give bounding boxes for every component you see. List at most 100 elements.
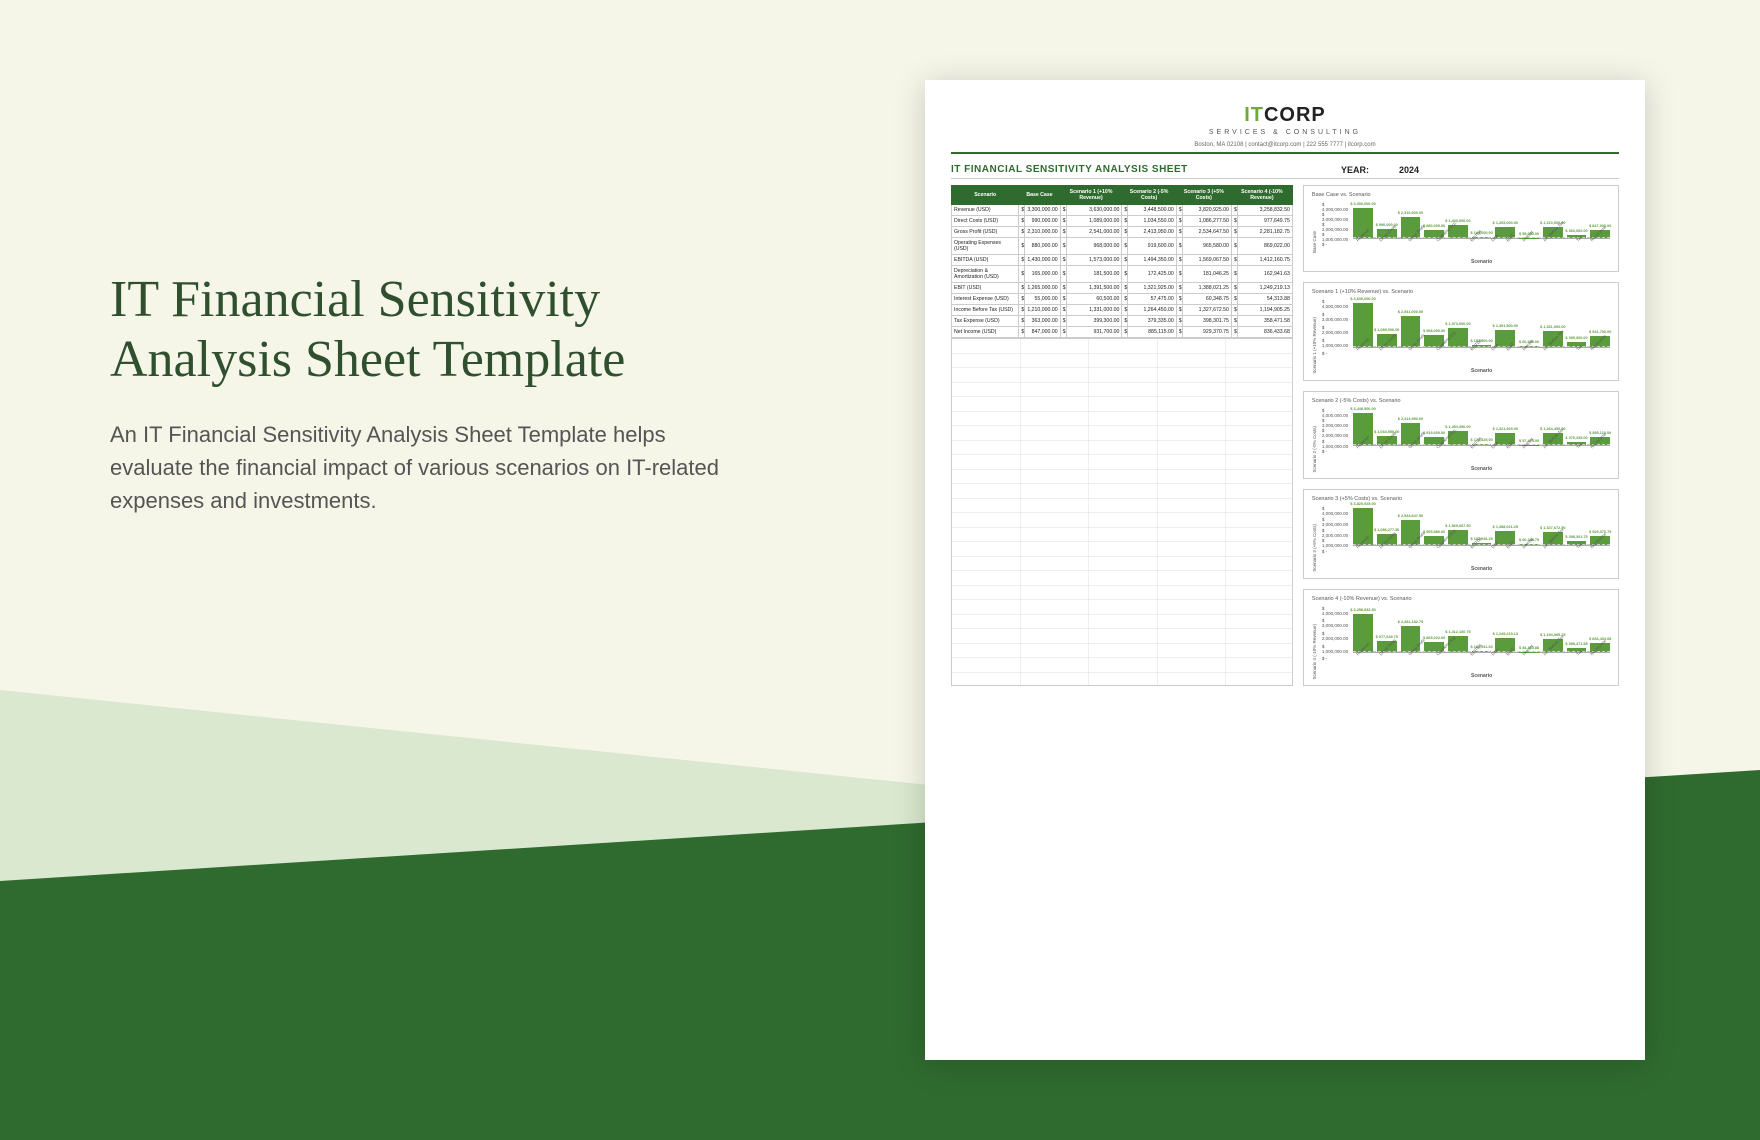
blank-grid	[951, 338, 1293, 686]
table-cell: 1,327,672.50	[1182, 305, 1231, 316]
y-tick: $ 1,000,000.00	[1322, 338, 1348, 348]
table-row: Income Before Tax (USD)$1,210,000.00$1,3…	[952, 305, 1293, 316]
table-cell: 2,310,000.00	[1025, 227, 1060, 238]
table-row: Gross Profit (USD)$2,310,000.00$2,541,00…	[952, 227, 1293, 238]
x-labels: RevenueDirect CostsGross ProfitOperating…	[1353, 655, 1610, 673]
chart-card: Scenario 3 (+5% Costs) vs. ScenarioScena…	[1303, 489, 1619, 579]
bar-value-label: $ 1,391,500.00	[1493, 324, 1518, 328]
y-tick: $ 2,000,000.00	[1322, 325, 1348, 335]
bar-value-label: $ 1,265,000.00	[1493, 221, 1518, 225]
chart-plot: Base Case$ 4,000,000.00$ 3,000,000.00$ 2…	[1312, 202, 1610, 265]
x-axis-label: Scenario	[1353, 466, 1610, 472]
table-cell: 1,573,000.00	[1066, 255, 1122, 266]
bar-value-label: $ 931,700.00	[1589, 330, 1611, 334]
y-tick: $ 3,000,000.00	[1322, 312, 1348, 322]
table-cell: 398,301.75	[1182, 316, 1231, 327]
table-header-cell: Base Case	[1019, 186, 1060, 205]
chart-title: Scenario 4 (-10% Revenue) vs. Scenario	[1312, 596, 1610, 602]
y-tick: $ 1,000,000.00	[1322, 232, 1348, 242]
logo-it: IT	[1244, 104, 1264, 126]
table-cell: 885,115.00	[1128, 327, 1176, 338]
bar-value-label: $ 1,573,000.00	[1445, 322, 1470, 326]
y-tick: $ 3,000,000.00	[1322, 418, 1348, 428]
logo-contact: Boston, MA 02108 | contact@itcorp.com | …	[951, 142, 1619, 148]
year-label: YEAR:	[1341, 165, 1369, 175]
row-label: Net Income (USD)	[952, 327, 1019, 338]
y-tick: $ -	[1322, 549, 1348, 554]
y-tick: $ 4,000,000.00	[1322, 299, 1348, 309]
row-label: Tax Expense (USD)	[952, 316, 1019, 327]
y-axis-label: Base Case	[1312, 213, 1317, 253]
divider-green	[951, 152, 1619, 154]
table-cell: 172,425.00	[1128, 266, 1176, 283]
bars-wrap: $ 3,630,000.00$ 1,089,000.00$ 2,541,000.…	[1353, 299, 1610, 374]
row-label: Direct Costs (USD)	[952, 216, 1019, 227]
y-tick: $ 1,000,000.00	[1322, 644, 1348, 654]
x-labels: RevenueDirect CostsGross ProfitOperating…	[1353, 548, 1610, 566]
x-axis-label: Scenario	[1353, 368, 1610, 374]
table-cell: 3,820,925.00	[1182, 205, 1231, 216]
bar-value-label: $ 2,281,182.75	[1398, 620, 1423, 624]
table-cell: 60,500.00	[1066, 294, 1122, 305]
table-cell: 363,000.00	[1025, 316, 1060, 327]
table-cell: 1,412,160.75	[1237, 255, 1292, 266]
y-axis: $ 4,000,000.00$ 3,000,000.00$ 2,000,000.…	[1322, 408, 1348, 473]
table-cell: 1,569,067.50	[1182, 255, 1231, 266]
bar-value-label: $ 1,249,219.13	[1493, 632, 1518, 636]
logo-area: ITCORP SERVICES & CONSULTING Boston, MA …	[951, 104, 1619, 148]
y-tick: $ 4,000,000.00	[1322, 408, 1348, 418]
table-cell: 162,941.63	[1237, 266, 1292, 283]
data-table: ScenarioBase CaseScenario 1 (+10% Revenu…	[951, 185, 1293, 338]
chart-card: Base Case vs. ScenarioBase Case$ 4,000,0…	[1303, 185, 1619, 272]
table-cell: 60,348.75	[1182, 294, 1231, 305]
row-label: Operating Expenses (USD)	[952, 238, 1019, 255]
charts-column: Base Case vs. ScenarioBase Case$ 4,000,0…	[1303, 185, 1619, 686]
chart-title: Scenario 1 (+10% Revenue) vs. Scenario	[1312, 289, 1610, 295]
table-cell: 880,000.00	[1025, 238, 1060, 255]
table-cell: 1,430,000.00	[1025, 255, 1060, 266]
bar-value-label: $ 3,258,832.50	[1350, 608, 1375, 612]
chart-card: Scenario 4 (-10% Revenue) vs. ScenarioSc…	[1303, 589, 1619, 687]
table-cell: 1,265,000.00	[1025, 283, 1060, 294]
table-cell: 968,000.00	[1066, 238, 1122, 255]
bar-value-label: $ 965,580.00	[1423, 530, 1445, 534]
row-label: Revenue (USD)	[952, 205, 1019, 216]
y-tick: $ 2,000,000.00	[1322, 528, 1348, 538]
table-cell: 165,000.00	[1025, 266, 1060, 283]
chart-card: Scenario 1 (+10% Revenue) vs. Scenario Sc…	[1303, 282, 1619, 381]
x-axis-label: Scenario	[1353, 259, 1610, 265]
y-axis-label: Scenario 1 (+10% Revenue)	[1312, 299, 1317, 374]
bars-wrap: $ 3,300,000.00$ 990,000.00$ 2,310,000.00…	[1353, 202, 1610, 265]
logo-subtitle: SERVICES & CONSULTING	[951, 129, 1619, 136]
page-description: An IT Financial Sensitivity Analysis She…	[110, 418, 730, 517]
y-tick: $ 4,000,000.00	[1322, 506, 1348, 516]
row-label: Interest Expense (USD)	[952, 294, 1019, 305]
table-row: Interest Expense (USD)$55,000.00$60,500.…	[952, 294, 1293, 305]
table-cell: 181,500.00	[1066, 266, 1122, 283]
table-header-cell: Scenario 3 (+5% Costs)	[1176, 186, 1231, 205]
table-row: Net Income (USD)$847,000.00$931,700.00$8…	[952, 327, 1293, 338]
table-cell: 181,046.25	[1182, 266, 1231, 283]
bar-value-label: $ 2,534,647.50	[1398, 514, 1423, 518]
row-label: EBITDA (USD)	[952, 255, 1019, 266]
table-row: EBITDA (USD)$1,430,000.00$1,573,000.00$1…	[952, 255, 1293, 266]
table-cell: 1,034,550.00	[1128, 216, 1176, 227]
table-cell: 399,300.00	[1066, 316, 1122, 327]
table-cell: 1,194,905.25	[1237, 305, 1292, 316]
bar-value-label: $ 1,331,000.00	[1540, 325, 1565, 329]
table-cell: 1,321,925.00	[1128, 283, 1176, 294]
table-body: Revenue (USD)$3,300,000.00$3,630,000.00$…	[952, 205, 1293, 338]
table-cell: 919,600.00	[1128, 238, 1176, 255]
table-cell: 3,300,000.00	[1025, 205, 1060, 216]
x-labels: RevenueDirect CostsGross ProfitOperating…	[1353, 448, 1610, 466]
x-labels: RevenueDirect CostsGross ProfitOperating…	[1353, 350, 1610, 368]
chart-plot: Scenario 3 (+5% Costs)$ 4,000,000.00$ 3,…	[1312, 506, 1610, 572]
table-cell: 990,000.00	[1025, 216, 1060, 227]
table-cell: 2,534,647.50	[1182, 227, 1231, 238]
bar-value-label: $ 3,630,000.00	[1350, 297, 1375, 301]
row-label: EBIT (USD)	[952, 283, 1019, 294]
table-row: Revenue (USD)$3,300,000.00$3,630,000.00$…	[952, 205, 1293, 216]
y-tick: $ 2,000,000.00	[1322, 222, 1348, 232]
bar-value-label: $ 1,494,350.00	[1445, 425, 1470, 429]
table-cell: 54,313.88	[1237, 294, 1292, 305]
